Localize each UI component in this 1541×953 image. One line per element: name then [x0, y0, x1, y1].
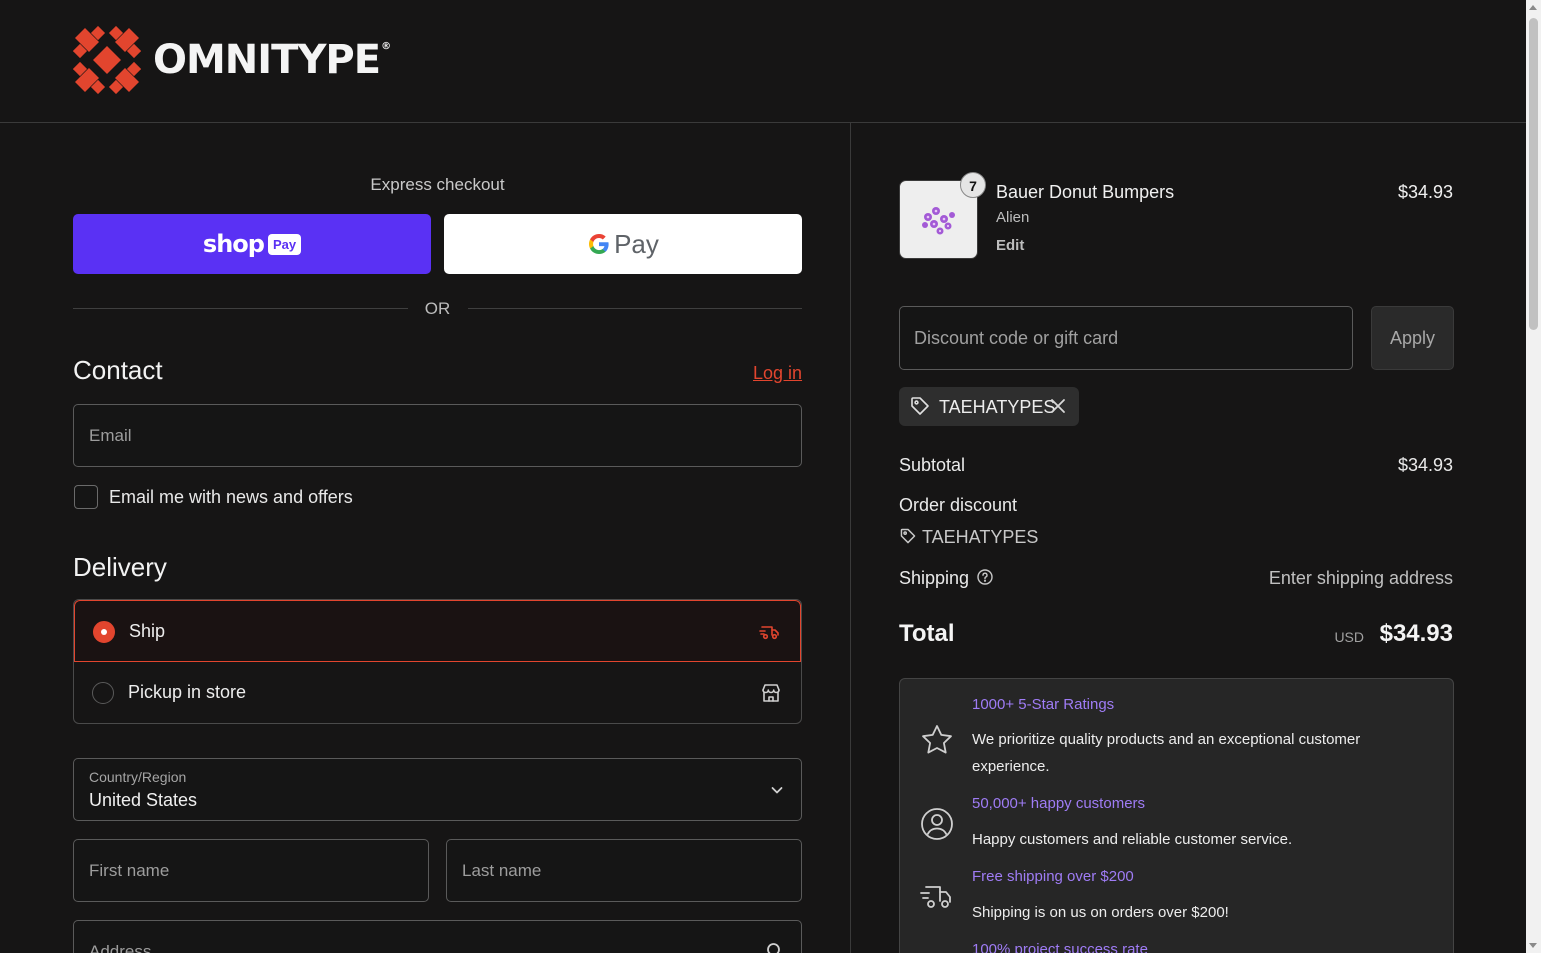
- or-divider: OR: [73, 299, 802, 319]
- trust-badges: 1000+ 5-Star Ratings We prioritize quali…: [899, 678, 1454, 953]
- close-icon[interactable]: [1047, 395, 1069, 417]
- order-summary: 7 Bauer Donut Bumpers Alien Edit $34.93 …: [850, 123, 1526, 953]
- news-checkbox[interactable]: [74, 485, 98, 509]
- logo-mark-icon: [73, 26, 141, 94]
- pickup-radio[interactable]: [92, 682, 114, 704]
- country-label: Country/Region: [89, 769, 187, 785]
- trust-title: 50,000+ happy customers: [972, 795, 1146, 812]
- brand-logo[interactable]: OMNITYPE®: [73, 26, 391, 94]
- discount-code-input[interactable]: Discount code or gift card: [899, 306, 1353, 370]
- trust-desc: Happy customers and reliable customer se…: [972, 831, 1293, 848]
- shipping-value: Enter shipping address: [1268, 568, 1453, 588]
- tag-icon: [900, 528, 916, 544]
- truck-icon: [920, 886, 951, 908]
- pickup-label: Pickup in store: [128, 682, 247, 702]
- delivery-method-group: Ship Pickup in store: [73, 599, 802, 724]
- user-circle-icon: [921, 808, 953, 840]
- product-thumbnail: 7: [899, 172, 986, 259]
- order-discount-code: TAEHATYPES: [922, 527, 1039, 547]
- applied-code: TAEHATYPES: [939, 397, 1056, 417]
- truck-icon: [759, 626, 779, 640]
- product-variant: Alien: [996, 209, 1030, 226]
- search-icon: [767, 943, 780, 953]
- ship-label: Ship: [129, 621, 166, 641]
- delivery-heading: Delivery: [73, 552, 167, 582]
- applied-discount-chip: TAEHATYPES: [899, 387, 1079, 426]
- delivery-option-ship[interactable]: Ship: [74, 600, 801, 662]
- chevron-down-icon: [771, 787, 783, 794]
- express-checkout-title: Express checkout: [370, 175, 505, 194]
- login-link[interactable]: Log in: [753, 363, 802, 384]
- scroll-down-arrow[interactable]: [1529, 943, 1537, 948]
- site-header: OMNITYPE®: [0, 0, 1526, 123]
- news-checkbox-label: Email me with news and offers: [109, 487, 353, 507]
- discount-placeholder: Discount code or gift card: [914, 328, 1119, 348]
- ship-radio[interactable]: [93, 621, 115, 643]
- shipping-label: Shipping: [899, 568, 970, 588]
- subtotal-value: $34.93: [1397, 455, 1453, 475]
- checkout-form: Express checkout shop Pay Pay OR Contact…: [0, 123, 850, 953]
- quantity-badge: 7: [960, 172, 986, 198]
- google-g-icon: [589, 234, 609, 254]
- last-name-field[interactable]: Last name: [446, 839, 802, 902]
- product-name: Bauer Donut Bumpers: [996, 182, 1175, 202]
- first-name-field[interactable]: First name: [73, 839, 429, 902]
- address-placeholder: Address: [89, 942, 152, 953]
- google-pay-button[interactable]: Pay: [444, 214, 802, 274]
- country-value: United States: [89, 790, 198, 810]
- scroll-up-arrow[interactable]: [1529, 5, 1537, 10]
- apply-discount-button[interactable]: Apply: [1371, 306, 1454, 370]
- star-icon: [922, 725, 952, 754]
- shop-pay-wordmark: shop: [202, 230, 265, 258]
- country-select[interactable]: Country/Region United States: [73, 758, 802, 821]
- scroll-thumb[interactable]: [1529, 18, 1538, 330]
- product-price: $34.93: [1397, 182, 1453, 202]
- order-discount-label: Order discount: [899, 495, 1018, 515]
- address-field[interactable]: Address: [73, 920, 802, 953]
- help-icon[interactable]: [976, 568, 994, 586]
- trust-desc: Shipping is on us on orders over $200!: [972, 904, 1229, 921]
- trust-title: Free shipping over $200: [972, 868, 1134, 885]
- total-currency: USD: [1334, 629, 1364, 645]
- email-placeholder: Email: [89, 426, 132, 445]
- subtotal-label: Subtotal: [899, 455, 966, 475]
- total-label: Total: [899, 620, 955, 647]
- last-name-placeholder: Last name: [462, 861, 542, 880]
- edit-product-link[interactable]: Edit: [996, 237, 1024, 254]
- contact-heading: Contact: [73, 355, 163, 385]
- shop-pay-badge: Pay: [267, 233, 302, 255]
- shop-pay-button[interactable]: shop Pay: [73, 214, 431, 274]
- store-icon: [762, 684, 780, 702]
- email-field[interactable]: Email: [73, 404, 802, 467]
- trust-title: 100% project success rate: [972, 941, 1148, 953]
- trust-title: 1000+ 5-Star Ratings: [972, 696, 1115, 713]
- trust-desc: We prioritize quality products and an ex…: [972, 731, 1361, 775]
- delivery-option-pickup[interactable]: Pickup in store: [74, 662, 801, 723]
- page-scrollbar[interactable]: [1526, 0, 1541, 953]
- brand-name: OMNITYPE®: [153, 37, 391, 83]
- first-name-placeholder: First name: [89, 861, 170, 880]
- tag-icon: [911, 397, 929, 415]
- google-pay-wordmark: Pay: [614, 228, 659, 259]
- total-value: $34.93: [1379, 620, 1453, 647]
